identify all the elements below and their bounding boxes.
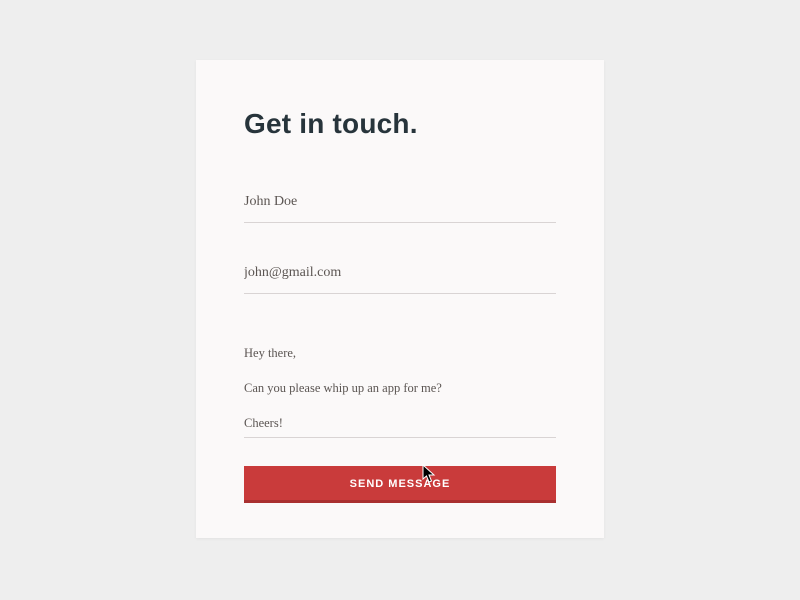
form-title: Get in touch. bbox=[244, 108, 556, 140]
email-input[interactable] bbox=[244, 257, 556, 294]
send-message-button[interactable]: SEND MESSAGE bbox=[244, 466, 556, 503]
name-input[interactable] bbox=[244, 186, 556, 223]
contact-card: Get in touch. Hey there, Can you please … bbox=[196, 60, 604, 538]
message-textarea[interactable]: Hey there, Can you please whip up an app… bbox=[244, 336, 556, 438]
